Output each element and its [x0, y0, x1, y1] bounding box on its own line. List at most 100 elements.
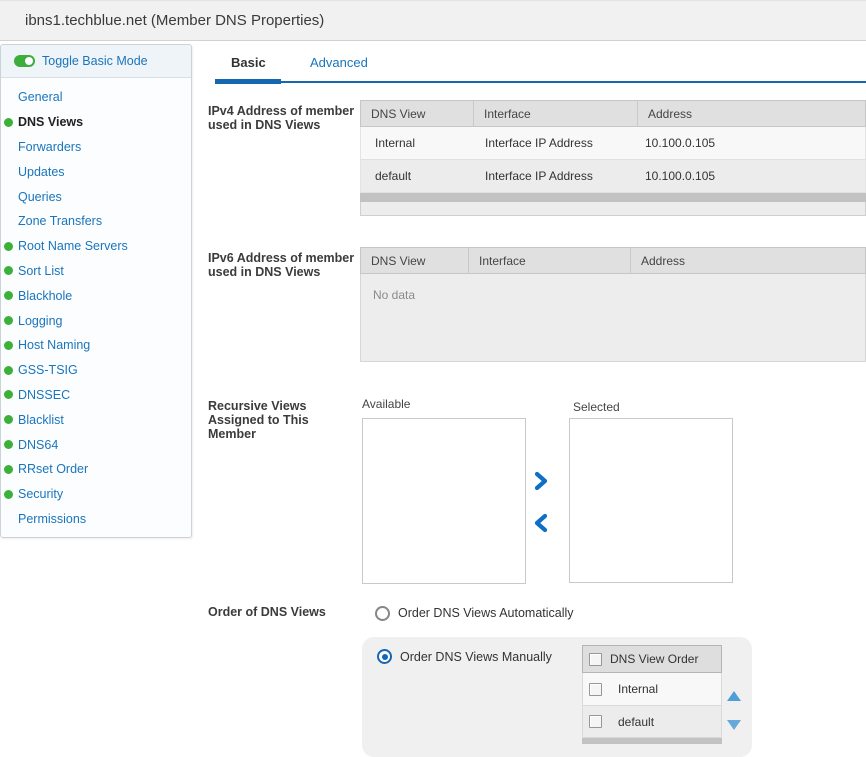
order-table-row[interactable]: default	[582, 706, 722, 738]
cell-interface: Interface IP Address	[473, 160, 637, 192]
ipv6-section-label: IPv6 Address of member used in DNS Views	[208, 251, 358, 279]
sidebar-item-rrset-order[interactable]: RRset Order	[1, 457, 191, 482]
sidebar-item-blackhole[interactable]: Blackhole	[1, 283, 191, 308]
column-header-address[interactable]: Address	[630, 248, 865, 273]
window-title-bar: ibns1.techblue.net (Member DNS Propertie…	[0, 0, 866, 41]
green-status-dot-icon	[4, 242, 13, 251]
radio-order-manually[interactable]	[377, 649, 392, 664]
column-header-interface[interactable]: Interface	[468, 248, 630, 273]
selected-listbox[interactable]	[569, 418, 733, 583]
table-row[interactable]: Internal Interface IP Address 10.100.0.1…	[360, 127, 866, 160]
green-status-dot-icon	[4, 341, 13, 350]
cell-dns-view: Internal	[361, 127, 473, 159]
order-section-label: Order of DNS Views	[208, 605, 358, 619]
sidebar-item-label: Blackhole	[18, 289, 72, 303]
sidebar-item-dnssec[interactable]: DNSSEC	[1, 383, 191, 408]
column-header-dns-view[interactable]: DNS View	[361, 248, 468, 273]
window-title: ibns1.techblue.net (Member DNS Propertie…	[25, 12, 324, 29]
sidebar-item-label: DNS64	[18, 438, 58, 452]
column-header-address[interactable]: Address	[637, 101, 865, 126]
sidebar-item-queries[interactable]: Queries	[1, 184, 191, 209]
sidebar-item-label: Blacklist	[18, 413, 64, 427]
chevron-left-icon	[533, 513, 549, 533]
sidebar-item-label: GSS-TSIG	[18, 363, 78, 377]
horizontal-scrollbar[interactable]	[360, 193, 866, 202]
green-status-dot-icon	[4, 390, 13, 399]
sidebar-panel: Toggle Basic Mode General DNS Views Forw…	[0, 44, 192, 538]
tab-basic[interactable]: Basic	[231, 55, 266, 70]
radio-order-automatically[interactable]	[375, 606, 390, 621]
ipv4-section-label: IPv4 Address of member used in DNS Views	[208, 104, 358, 132]
chevron-right-icon	[533, 471, 549, 491]
move-left-button[interactable]	[533, 513, 549, 533]
sidebar-item-label: Zone Transfers	[18, 214, 102, 228]
available-listbox[interactable]	[362, 418, 526, 584]
green-status-dot-icon	[4, 291, 13, 300]
toggle-switch-icon[interactable]	[14, 55, 35, 67]
sidebar-item-label: RRset Order	[18, 462, 88, 476]
green-status-dot-icon	[4, 490, 13, 499]
tab-underline	[215, 81, 866, 83]
sidebar-item-label: Sort List	[18, 264, 64, 278]
column-header-dns-view[interactable]: DNS View	[361, 101, 473, 126]
sidebar-item-host-naming[interactable]: Host Naming	[1, 333, 191, 358]
sidebar-item-logging[interactable]: Logging	[1, 308, 191, 333]
sidebar-item-label: DNSSEC	[18, 388, 70, 402]
horizontal-scrollbar[interactable]	[582, 738, 722, 744]
sidebar-item-updates[interactable]: Updates	[1, 159, 191, 184]
sidebar-item-label: Security	[18, 487, 63, 501]
green-status-dot-icon	[4, 266, 13, 275]
toggle-basic-mode-label: Toggle Basic Mode	[42, 54, 148, 68]
tab-advanced[interactable]: Advanced	[310, 55, 368, 70]
ipv4-table: DNS View Interface Address Internal Inte…	[360, 100, 866, 216]
recursive-views-label: Recursive Views Assigned to This Member	[208, 399, 358, 441]
sidebar-item-label: Updates	[18, 165, 65, 179]
sidebar-item-dns-views[interactable]: DNS Views	[1, 110, 191, 135]
table-row[interactable]: default Interface IP Address 10.100.0.10…	[360, 160, 866, 193]
sidebar-item-label: Host Naming	[18, 338, 90, 352]
sidebar-item-label: Forwarders	[18, 140, 81, 154]
order-table-header-label: DNS View Order	[610, 652, 698, 666]
cell-dns-view: default	[361, 160, 473, 192]
sidebar-item-label: Queries	[18, 190, 62, 204]
dns-view-order-table: DNS View Order Internal default	[582, 645, 722, 744]
sidebar-item-root-name-servers[interactable]: Root Name Servers	[1, 234, 191, 259]
move-right-button[interactable]	[533, 471, 549, 491]
cell-address: 10.100.0.105	[637, 127, 865, 159]
radio-label-automatically[interactable]: Order DNS Views Automatically	[398, 606, 574, 620]
radio-label-manually[interactable]: Order DNS Views Manually	[400, 650, 552, 664]
sidebar-item-dns64[interactable]: DNS64	[1, 432, 191, 457]
sidebar-item-label: General	[18, 90, 62, 104]
sidebar-item-general[interactable]: General	[1, 85, 191, 110]
sidebar-item-label: Permissions	[18, 512, 86, 526]
green-status-dot-icon	[4, 118, 13, 127]
green-status-dot-icon	[4, 316, 13, 325]
table-footer	[360, 202, 866, 216]
select-row-checkbox[interactable]	[589, 683, 602, 696]
sidebar-nav: General DNS Views Forwarders Updates Que…	[1, 78, 191, 531]
column-header-interface[interactable]: Interface	[473, 101, 637, 126]
cell-interface: Interface IP Address	[473, 127, 637, 159]
green-status-dot-icon	[4, 440, 13, 449]
sidebar-item-blacklist[interactable]: Blacklist	[1, 407, 191, 432]
available-list-label: Available	[362, 397, 410, 411]
sidebar-item-forwarders[interactable]: Forwarders	[1, 135, 191, 160]
sidebar-item-gss-tsig[interactable]: GSS-TSIG	[1, 358, 191, 383]
select-all-checkbox[interactable]	[589, 653, 602, 666]
ipv6-table-header: DNS View Interface Address	[360, 247, 866, 274]
sidebar-item-label: Logging	[18, 314, 63, 328]
move-down-button[interactable]	[727, 720, 741, 730]
move-up-button[interactable]	[727, 691, 741, 701]
ipv4-table-header: DNS View Interface Address	[360, 100, 866, 127]
select-row-checkbox[interactable]	[589, 715, 602, 728]
active-tab-indicator	[215, 79, 281, 84]
sidebar-item-zone-transfers[interactable]: Zone Transfers	[1, 209, 191, 234]
sidebar-item-sort-list[interactable]: Sort List	[1, 259, 191, 284]
cell-address: 10.100.0.105	[637, 160, 865, 192]
sidebar-item-permissions[interactable]: Permissions	[1, 507, 191, 532]
sidebar-item-security[interactable]: Security	[1, 482, 191, 507]
toggle-basic-mode[interactable]: Toggle Basic Mode	[1, 45, 191, 78]
green-status-dot-icon	[4, 465, 13, 474]
order-table-row[interactable]: Internal	[582, 673, 722, 706]
order-table-header: DNS View Order	[582, 645, 722, 673]
